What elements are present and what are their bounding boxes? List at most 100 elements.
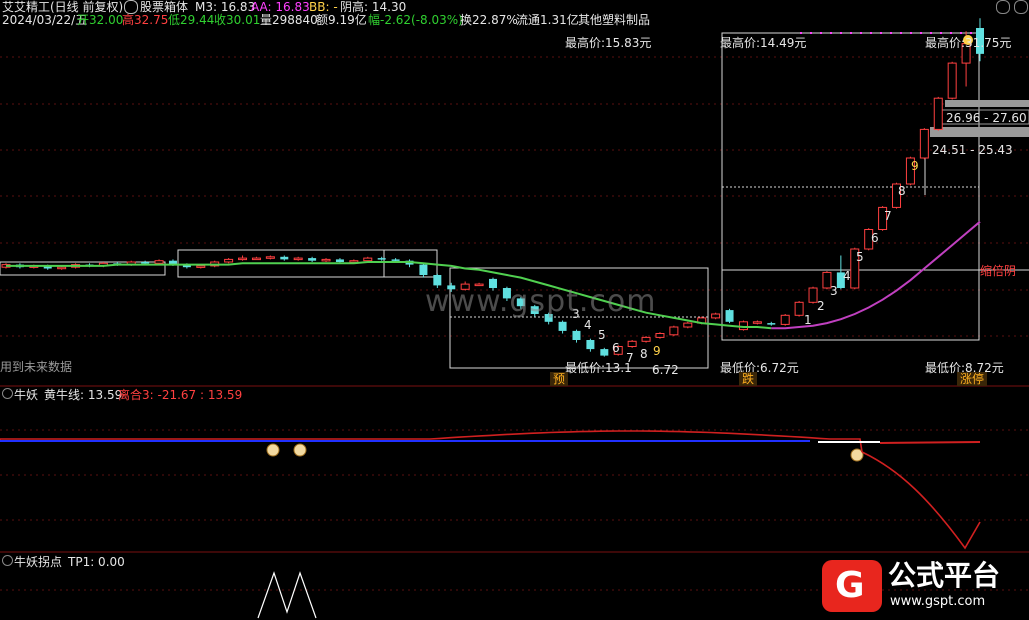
candle-body[interactable] — [308, 258, 317, 261]
candle-body[interactable] — [558, 321, 567, 331]
candle-body[interactable] — [752, 321, 762, 324]
candle-body[interactable] — [335, 259, 344, 262]
candle-body[interactable] — [794, 301, 804, 316]
candle-body[interactable] — [933, 97, 943, 130]
down-count-label: 5 — [598, 328, 606, 342]
box2-low-label: 最低价:13.1 — [565, 361, 632, 375]
count-label: 6 — [871, 231, 879, 245]
amount: 额9.19亿 — [316, 13, 367, 27]
count-label: 9 — [911, 159, 919, 173]
down-count-label: 9 — [653, 344, 661, 358]
close-price: 收30.01 — [214, 13, 261, 27]
yin-high-value: 阴高: 14.30 — [340, 0, 407, 14]
candle-body[interactable] — [572, 330, 581, 340]
panel3-series1: TP1: 0.00 — [68, 555, 125, 569]
panel2-name[interactable]: 牛妖 — [14, 388, 38, 402]
bb-value: BB: - — [309, 0, 338, 14]
bar-date: 2024/03/22/五 — [2, 13, 88, 27]
m3-value: M3: 16.83 — [195, 0, 256, 14]
box3-low-label: 最低价:6.72元 — [720, 361, 799, 375]
down-count-label: 7 — [626, 351, 634, 365]
box3-high-label: 最高价:14.49元 — [720, 36, 807, 50]
count-label: 2 — [817, 299, 825, 313]
down-count-label: 6 — [612, 341, 620, 355]
candle-body[interactable] — [251, 257, 261, 261]
high-price: 高32.75 — [122, 13, 169, 27]
open-price: 开32.00 — [77, 13, 124, 27]
logo-glyph: G — [835, 565, 865, 606]
count-label: 8 — [898, 184, 906, 198]
logo-url: www.gspt.com — [890, 594, 986, 609]
candle-body[interactable] — [586, 340, 595, 350]
candle-body[interactable] — [808, 287, 818, 303]
candle-body[interactable] — [669, 326, 679, 336]
candle-body[interactable] — [321, 258, 331, 262]
panel3-menu-icon[interactable] — [2, 555, 13, 566]
candle-body[interactable] — [780, 314, 790, 325]
candle-body[interactable] — [265, 256, 275, 259]
count-label: 3 — [830, 284, 838, 298]
money-bag-icon[interactable] — [266, 443, 280, 457]
toggle-icon[interactable] — [1014, 0, 1028, 14]
panel3-tp1-spikes — [257, 571, 317, 619]
security-title: 艾艾精工(日线 前复权) — [2, 0, 124, 14]
candle-body[interactable] — [377, 258, 386, 260]
indicator-name[interactable]: 股票箱体 — [140, 0, 188, 14]
stock-chart-window: 艾艾精工(日线 前复权) 股票箱体 M3: 16.83 AA: 16.83 BB… — [0, 0, 1029, 620]
candle-body[interactable] — [600, 349, 609, 356]
candle-body[interactable] — [293, 257, 303, 261]
candle-body[interactable] — [627, 340, 637, 347]
count-label: 7 — [884, 209, 892, 223]
candle-body[interactable] — [919, 128, 929, 159]
box4-high-label: 最高价:31.75元 — [925, 36, 1012, 50]
future-data-note: 用到未来数据 — [0, 360, 73, 374]
candle-body[interactable] — [224, 258, 234, 263]
sector: 其他塑料制品 — [578, 13, 651, 27]
panel2-drop-line — [861, 451, 981, 550]
close-icon[interactable] — [996, 0, 1010, 14]
tag-yu: 预 — [550, 372, 569, 386]
candle-body[interactable] — [947, 62, 957, 99]
candle-body[interactable] — [738, 321, 748, 331]
candle-body[interactable] — [711, 313, 721, 319]
candle-body[interactable] — [141, 262, 150, 264]
candle-body[interactable] — [391, 259, 400, 261]
down-count-label: 8 — [640, 347, 648, 361]
candle-body[interactable] — [363, 257, 373, 262]
candle-body[interactable] — [196, 265, 206, 268]
change: 幅-2.62(-8.03%) — [368, 13, 463, 27]
candle-body[interactable] — [641, 336, 651, 342]
box2-low-value: 6.72 — [652, 363, 679, 377]
candle-body[interactable] — [57, 266, 67, 270]
double-yin-label: 缩倍阴 — [980, 264, 1017, 278]
count-label: 1 — [804, 313, 812, 327]
count-label: 5 — [856, 250, 864, 264]
candle-body[interactable] — [655, 333, 665, 338]
money-bag-icon[interactable] — [293, 443, 307, 457]
candle-body[interactable] — [349, 260, 359, 263]
gspt-logo: G 公式平台 www.gspt.com — [820, 558, 1020, 616]
candle-body[interactable] — [154, 260, 164, 264]
candle-body[interactable] — [767, 323, 776, 325]
candle-body[interactable] — [419, 264, 428, 275]
candle-body[interactable] — [683, 322, 693, 328]
candle-body[interactable] — [238, 257, 248, 261]
watermark: www.gspt.com — [425, 284, 657, 319]
turnover: 换22.87% — [460, 13, 518, 27]
range-bar-1 — [945, 100, 1029, 107]
panel2-red-tail — [879, 441, 981, 444]
panel3-name[interactable]: 牛妖拐点 — [14, 555, 62, 569]
aa-value: AA: 16.83 — [251, 0, 310, 14]
panel2-series2: 离合3: -21.67 : 13.59 — [118, 388, 243, 402]
range-label-1: 26.96 - 27.60 — [946, 111, 1027, 125]
candle-body[interactable] — [280, 256, 289, 260]
tag-die: 跌 — [739, 372, 758, 386]
box2-high-label: 最高价:15.83元 — [565, 36, 652, 50]
settings-icon[interactable] — [124, 0, 138, 14]
low-price: 低29.44 — [168, 13, 215, 27]
panel2-menu-icon[interactable] — [2, 388, 13, 399]
tag-zhangting: 涨停 — [957, 372, 988, 386]
volume: 量298840 — [260, 13, 318, 27]
candle-body[interactable] — [725, 310, 734, 322]
down-count-label: 4 — [584, 318, 592, 332]
